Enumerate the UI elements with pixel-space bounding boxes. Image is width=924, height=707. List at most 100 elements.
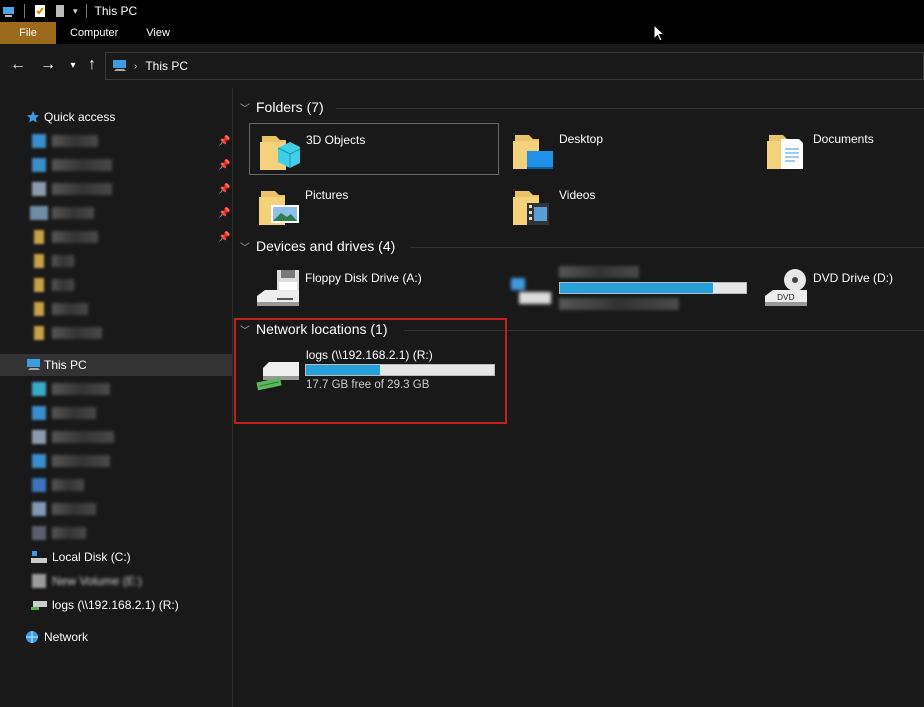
folder-tile-videos[interactable]: Videos xyxy=(503,179,753,231)
tab-view[interactable]: View xyxy=(132,22,184,44)
music-icon xyxy=(32,478,46,492)
redacted-label xyxy=(52,231,98,243)
collapse-chevron-icon[interactable]: ﹀ xyxy=(240,239,256,254)
sidebar-item-blurred[interactable] xyxy=(0,498,232,520)
tab-file[interactable]: File xyxy=(0,22,56,44)
drive-tile-floppy[interactable]: Floppy Disk Drive (A:) xyxy=(249,262,499,314)
sidebar-item-blurred[interactable] xyxy=(0,378,232,400)
redacted-label xyxy=(52,159,112,171)
redacted-label xyxy=(52,527,86,539)
videos-folder-icon xyxy=(513,191,549,225)
redacted-label xyxy=(52,455,110,467)
floppy-drive-icon xyxy=(257,270,299,306)
sidebar-item-blurred[interactable] xyxy=(0,322,232,344)
sidebar-item-blurred[interactable] xyxy=(0,426,232,448)
redacted-label xyxy=(52,183,112,195)
window-title: This PC xyxy=(94,4,138,18)
folder-tile-desktop[interactable]: Desktop xyxy=(503,123,753,175)
quick-access-toolbar: ▾ xyxy=(0,4,89,18)
collapse-chevron-icon[interactable]: ﹀ xyxy=(240,100,256,115)
sidebar-item-quick-access[interactable]: Quick access xyxy=(0,106,232,128)
sidebar-item-blurred[interactable]: 📌 xyxy=(0,130,232,152)
redacted-label xyxy=(52,279,74,291)
3d-objects-icon xyxy=(32,382,46,396)
drive-tile-blurred[interactable] xyxy=(503,262,753,314)
redacted-label xyxy=(52,431,114,443)
navigation-pane: Quick access 📌 📌 📌 📌 📌 This PC Local Dis… xyxy=(0,96,232,707)
pictures-icon xyxy=(30,206,48,220)
forward-arrow-icon[interactable]: → xyxy=(37,54,59,76)
this-pc-icon xyxy=(27,359,40,370)
back-arrow-icon[interactable]: ← xyxy=(7,54,29,76)
address-bar[interactable]: › This PC xyxy=(105,52,924,80)
folder-icon xyxy=(32,134,46,148)
sidebar-item-label: This PC xyxy=(44,358,87,372)
drive-tile-dvd[interactable]: DVD DVD Drive (D:) xyxy=(757,262,924,314)
videos-icon xyxy=(32,526,46,540)
drive-name: DVD Drive (D:) xyxy=(813,271,893,285)
sidebar-item-blurred[interactable] xyxy=(0,250,232,272)
sidebar-item-label: Network xyxy=(44,630,89,644)
network-icon xyxy=(26,631,38,643)
up-arrow-icon[interactable]: ↑ xyxy=(81,54,103,76)
folder-tile-3d-objects[interactable]: 3D Objects xyxy=(249,123,499,175)
redacted-label xyxy=(52,303,88,315)
sidebar-item-logs-drive[interactable]: logs (\\192.168.2.1) (R:) xyxy=(0,594,232,616)
sidebar-item-blurred[interactable] xyxy=(0,274,232,296)
network-drive-icon xyxy=(31,601,47,610)
breadcrumb-this-pc[interactable]: This PC xyxy=(145,59,188,73)
sidebar-item-this-pc[interactable]: This PC xyxy=(0,354,232,376)
folder-icon xyxy=(34,278,44,292)
documents-icon xyxy=(32,430,46,444)
redacted-label xyxy=(52,135,98,147)
star-icon xyxy=(27,111,39,123)
sidebar-item-label: Local Disk (C:) xyxy=(52,550,131,564)
drive-icon xyxy=(32,574,46,588)
sidebar-item-blurred[interactable] xyxy=(0,402,232,424)
folder-icon xyxy=(34,302,44,316)
sidebar-item-blurred[interactable]: 📌 xyxy=(0,178,232,200)
pane-divider[interactable] xyxy=(232,88,233,707)
pin-icon[interactable]: 📌 xyxy=(218,232,230,243)
sidebar-item-blurred[interactable] xyxy=(0,474,232,496)
folder-icon xyxy=(34,230,44,244)
sidebar-item-blurred[interactable]: 📌 xyxy=(0,154,232,176)
redacted-label xyxy=(559,266,639,278)
title-bar: ▾ This PC xyxy=(0,0,924,22)
tab-computer[interactable]: Computer xyxy=(56,22,132,44)
group-folders-header[interactable]: ﹀ Folders (7) xyxy=(240,99,324,115)
sidebar-item-blurred[interactable]: 📌 xyxy=(0,202,232,224)
pin-icon[interactable]: 📌 xyxy=(218,208,230,219)
customize-toolbar-dropdown-icon[interactable]: ▾ xyxy=(73,6,78,17)
sidebar-item-label: Quick access xyxy=(44,110,116,124)
sidebar-item-blurred[interactable] xyxy=(0,522,232,544)
documents-icon xyxy=(32,182,46,196)
pin-icon[interactable]: 📌 xyxy=(218,136,230,147)
group-separator xyxy=(410,247,924,248)
sidebar-item-local-disk[interactable]: Local Disk (C:) xyxy=(0,546,232,568)
new-folder-icon[interactable] xyxy=(53,4,67,18)
folder-name: Documents xyxy=(813,132,874,146)
drive-usage-fill xyxy=(560,283,713,293)
redacted-label xyxy=(559,298,679,310)
sidebar-item-blurred[interactable] xyxy=(0,298,232,320)
sidebar-item-blurred[interactable] xyxy=(0,450,232,472)
divider xyxy=(24,4,25,18)
sidebar-item-new-volume[interactable]: New Volume (E:) xyxy=(0,570,232,592)
pin-icon[interactable]: 📌 xyxy=(218,184,230,195)
group-devices-header[interactable]: ﹀ Devices and drives (4) xyxy=(240,238,395,254)
documents-folder-icon xyxy=(767,135,803,169)
group-title: Folders (7) xyxy=(256,99,324,115)
folder-name: Videos xyxy=(559,188,596,202)
redacted-label xyxy=(52,479,84,491)
pin-icon[interactable]: 📌 xyxy=(218,160,230,171)
sidebar-item-network[interactable]: Network xyxy=(0,626,232,648)
sidebar-item-blurred[interactable]: 📌 xyxy=(0,226,232,248)
folder-tile-pictures[interactable]: Pictures xyxy=(249,179,499,231)
properties-icon[interactable] xyxy=(33,4,47,18)
3d-objects-folder-icon xyxy=(260,136,300,170)
breadcrumb-chevron-icon[interactable]: › xyxy=(134,61,137,72)
windows-drive-icon xyxy=(31,551,47,563)
pictures-icon xyxy=(32,502,46,516)
folder-tile-documents[interactable]: Documents xyxy=(757,123,924,175)
